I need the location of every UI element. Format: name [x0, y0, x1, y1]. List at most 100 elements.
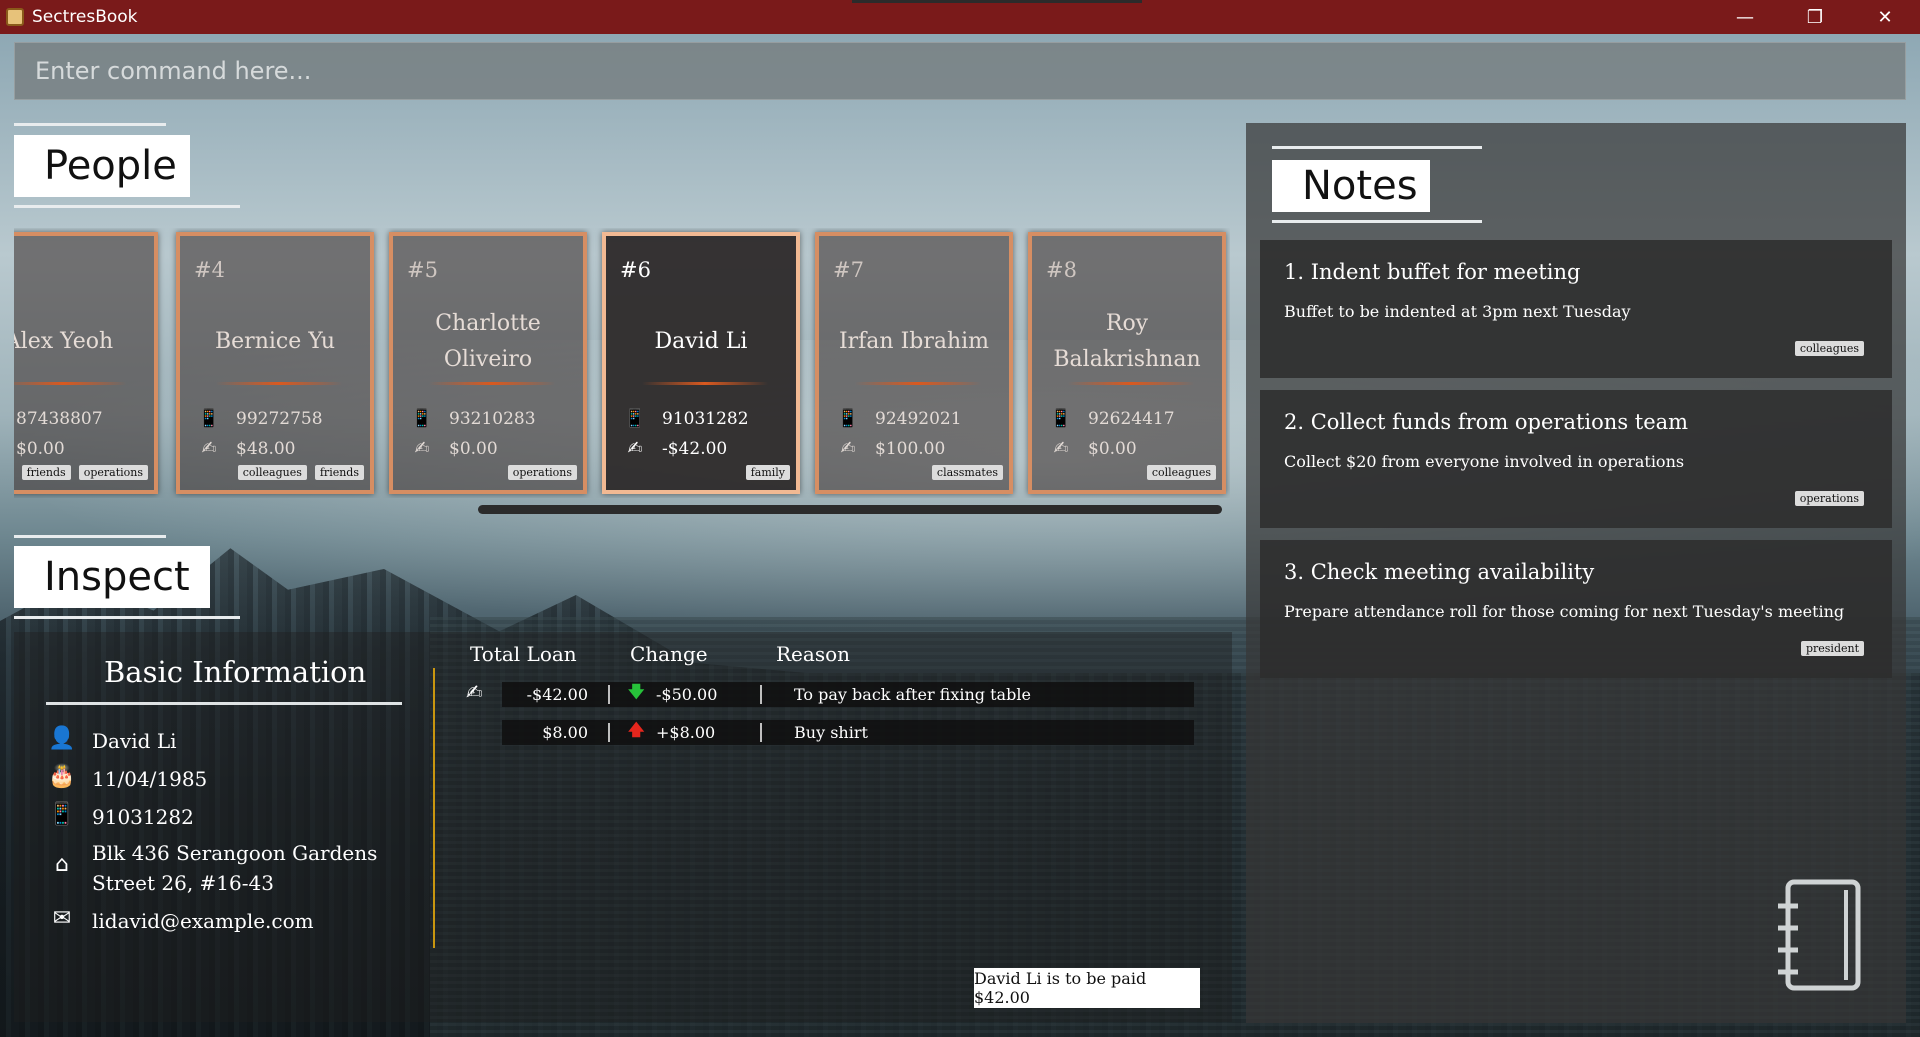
cell-separator: [608, 685, 610, 704]
inspect-phone: 91031282: [92, 805, 194, 829]
person-icon: 👤: [48, 726, 76, 751]
notebook-icon[interactable]: [1770, 876, 1870, 996]
money-hand-icon: ✍: [201, 438, 217, 459]
note-title: 2. Collect funds from operations team: [1284, 410, 1689, 434]
person-loan: $100.00: [875, 438, 946, 459]
tag: operations: [78, 465, 148, 480]
tag: operations: [507, 465, 577, 480]
cake-icon: 🎂: [48, 764, 76, 789]
cell-separator: [760, 723, 762, 742]
inspect-section-title: Inspect: [14, 546, 210, 608]
title-bar-strip: [852, 0, 1142, 3]
tag: friends: [21, 465, 71, 480]
person-name: David Li: [654, 329, 748, 354]
cell-separator: [608, 723, 610, 742]
people-horizontal-scrollbar[interactable]: [478, 505, 1222, 514]
app-icon: [6, 8, 24, 26]
person-loan: $0.00: [449, 438, 498, 459]
phone-icon: 📱: [836, 408, 860, 429]
money-hand-icon: ✍: [1053, 438, 1069, 459]
arrow-up-icon: 🡅: [628, 720, 645, 739]
inspect-name-row: 👤 David Li: [48, 726, 176, 756]
window-title: SectresBook: [32, 7, 138, 27]
people-header-line-top: [14, 123, 166, 126]
person-card[interactable]: #8 Roy Balakrishnan 📱 92624417 ✍ $0.00 col…: [1028, 232, 1226, 494]
note-card[interactable]: 2. Collect funds from operations team Co…: [1260, 390, 1892, 528]
person-phone: 92492021: [875, 408, 962, 429]
money-hand-icon: ✍: [414, 438, 430, 459]
money-hand-icon: ✍: [466, 680, 483, 704]
loan-change: +$8.00: [656, 723, 716, 742]
money-hand-icon: ✍: [627, 438, 643, 459]
card-accent-line: [429, 382, 555, 385]
tag: president: [1800, 641, 1864, 656]
person-phone: 87438807: [16, 409, 103, 429]
inspect-header-line-top: [14, 535, 166, 538]
person-loan: $0.00: [16, 439, 65, 459]
note-title: 1. Indent buffet for meeting: [1284, 260, 1581, 284]
tag: classmates: [931, 465, 1003, 480]
inspect-address: Blk 436 Serangoon Gardens Street 26, #16…: [92, 841, 378, 895]
notes-section-title: Notes: [1272, 160, 1430, 212]
person-index: #6: [620, 258, 651, 282]
tag: operations: [1794, 491, 1864, 506]
loan-row: $8.00 🡅 +$8.00 Buy shirt: [502, 720, 1194, 745]
command-input[interactable]: Enter command here...: [14, 42, 1906, 100]
loan-reason: Buy shirt: [794, 723, 868, 742]
close-icon[interactable]: ✕: [1850, 0, 1920, 34]
phone-icon: 📱: [48, 802, 76, 827]
cell-separator: [760, 685, 762, 704]
basic-information-underline: [46, 702, 402, 705]
home-icon: ⌂: [55, 852, 69, 877]
people-list[interactable]: Alex Yeoh 87438807 $0.00 friends operati…: [14, 228, 1230, 498]
person-phone: 99272758: [236, 408, 323, 429]
inspect-divider: [433, 668, 435, 948]
window-controls: — ❐ ✕: [1710, 0, 1920, 34]
loan-total: -$42.00: [526, 685, 588, 704]
command-placeholder: Enter command here...: [35, 57, 312, 85]
card-accent-line: [14, 382, 126, 385]
person-card[interactable]: #5 Charlotte Oliveiro 📱 93210283 ✍ $0.00 o…: [389, 232, 587, 494]
basic-information-title: Basic Information: [104, 655, 367, 689]
person-name: Alex Yeoh: [14, 329, 114, 354]
inspect-email-row: ✉ lidavid@example.com: [48, 906, 314, 936]
inspect-phone-row: 📱 91031282: [48, 802, 194, 832]
person-loan: -$42.00: [662, 438, 728, 459]
person-card[interactable]: #7 Irfan Ibrahim 📱 92492021 ✍ $100.00 clas…: [815, 232, 1013, 494]
notes-header-line-top: [1272, 146, 1482, 149]
person-index: #4: [194, 258, 225, 282]
loan-total: $8.00: [542, 723, 588, 742]
loan-change: -$50.00: [656, 685, 718, 704]
card-accent-line: [855, 382, 981, 385]
people-header-line-bottom: [14, 205, 240, 208]
person-loan: $48.00: [236, 438, 296, 459]
money-hand-icon: ✍: [840, 438, 856, 459]
restore-icon[interactable]: ❐: [1780, 0, 1850, 34]
tag: colleagues: [1794, 341, 1864, 356]
mail-icon: ✉: [52, 906, 72, 931]
person-card-selected[interactable]: #6 David Li 📱 91031282 ✍ -$42.00 family: [602, 232, 800, 494]
phone-icon: 📱: [410, 408, 434, 429]
inspect-birthday: 11/04/1985: [92, 767, 208, 791]
minimize-icon[interactable]: —: [1710, 0, 1780, 34]
person-card[interactable]: #4 Bernice Yu 📱 99272758 ✍ $48.00 colleagu…: [176, 232, 374, 494]
inspect-birthday-row: 🎂 11/04/1985: [48, 764, 207, 794]
person-loan: $0.00: [1088, 438, 1137, 459]
tag: colleagues: [237, 465, 307, 480]
person-index: #7: [833, 258, 864, 282]
note-title: 3. Check meeting availability: [1284, 560, 1595, 584]
person-name: Charlotte Oliveiro: [435, 311, 541, 372]
loan-header-total: Total Loan: [470, 642, 577, 666]
person-card[interactable]: Alex Yeoh 87438807 $0.00 friends operati…: [14, 232, 158, 494]
phone-icon: 📱: [1049, 408, 1073, 429]
note-card[interactable]: 3. Check meeting availability Prepare at…: [1260, 540, 1892, 678]
person-phone: 91031282: [662, 408, 749, 429]
note-card[interactable]: 1. Indent buffet for meeting Buffet to b…: [1260, 240, 1892, 378]
person-phone: 92624417: [1088, 408, 1175, 429]
inspect-address-row: ⌂ Blk 436 Serangoon Gardens Street 26, #…: [48, 838, 422, 898]
notes-header-line-bottom: [1272, 220, 1482, 223]
note-body: Buffet to be indented at 3pm next Tuesda…: [1284, 302, 1631, 321]
person-index: #5: [407, 258, 438, 282]
phone-icon: 📱: [197, 408, 221, 429]
loan-header-reason: Reason: [776, 642, 851, 666]
